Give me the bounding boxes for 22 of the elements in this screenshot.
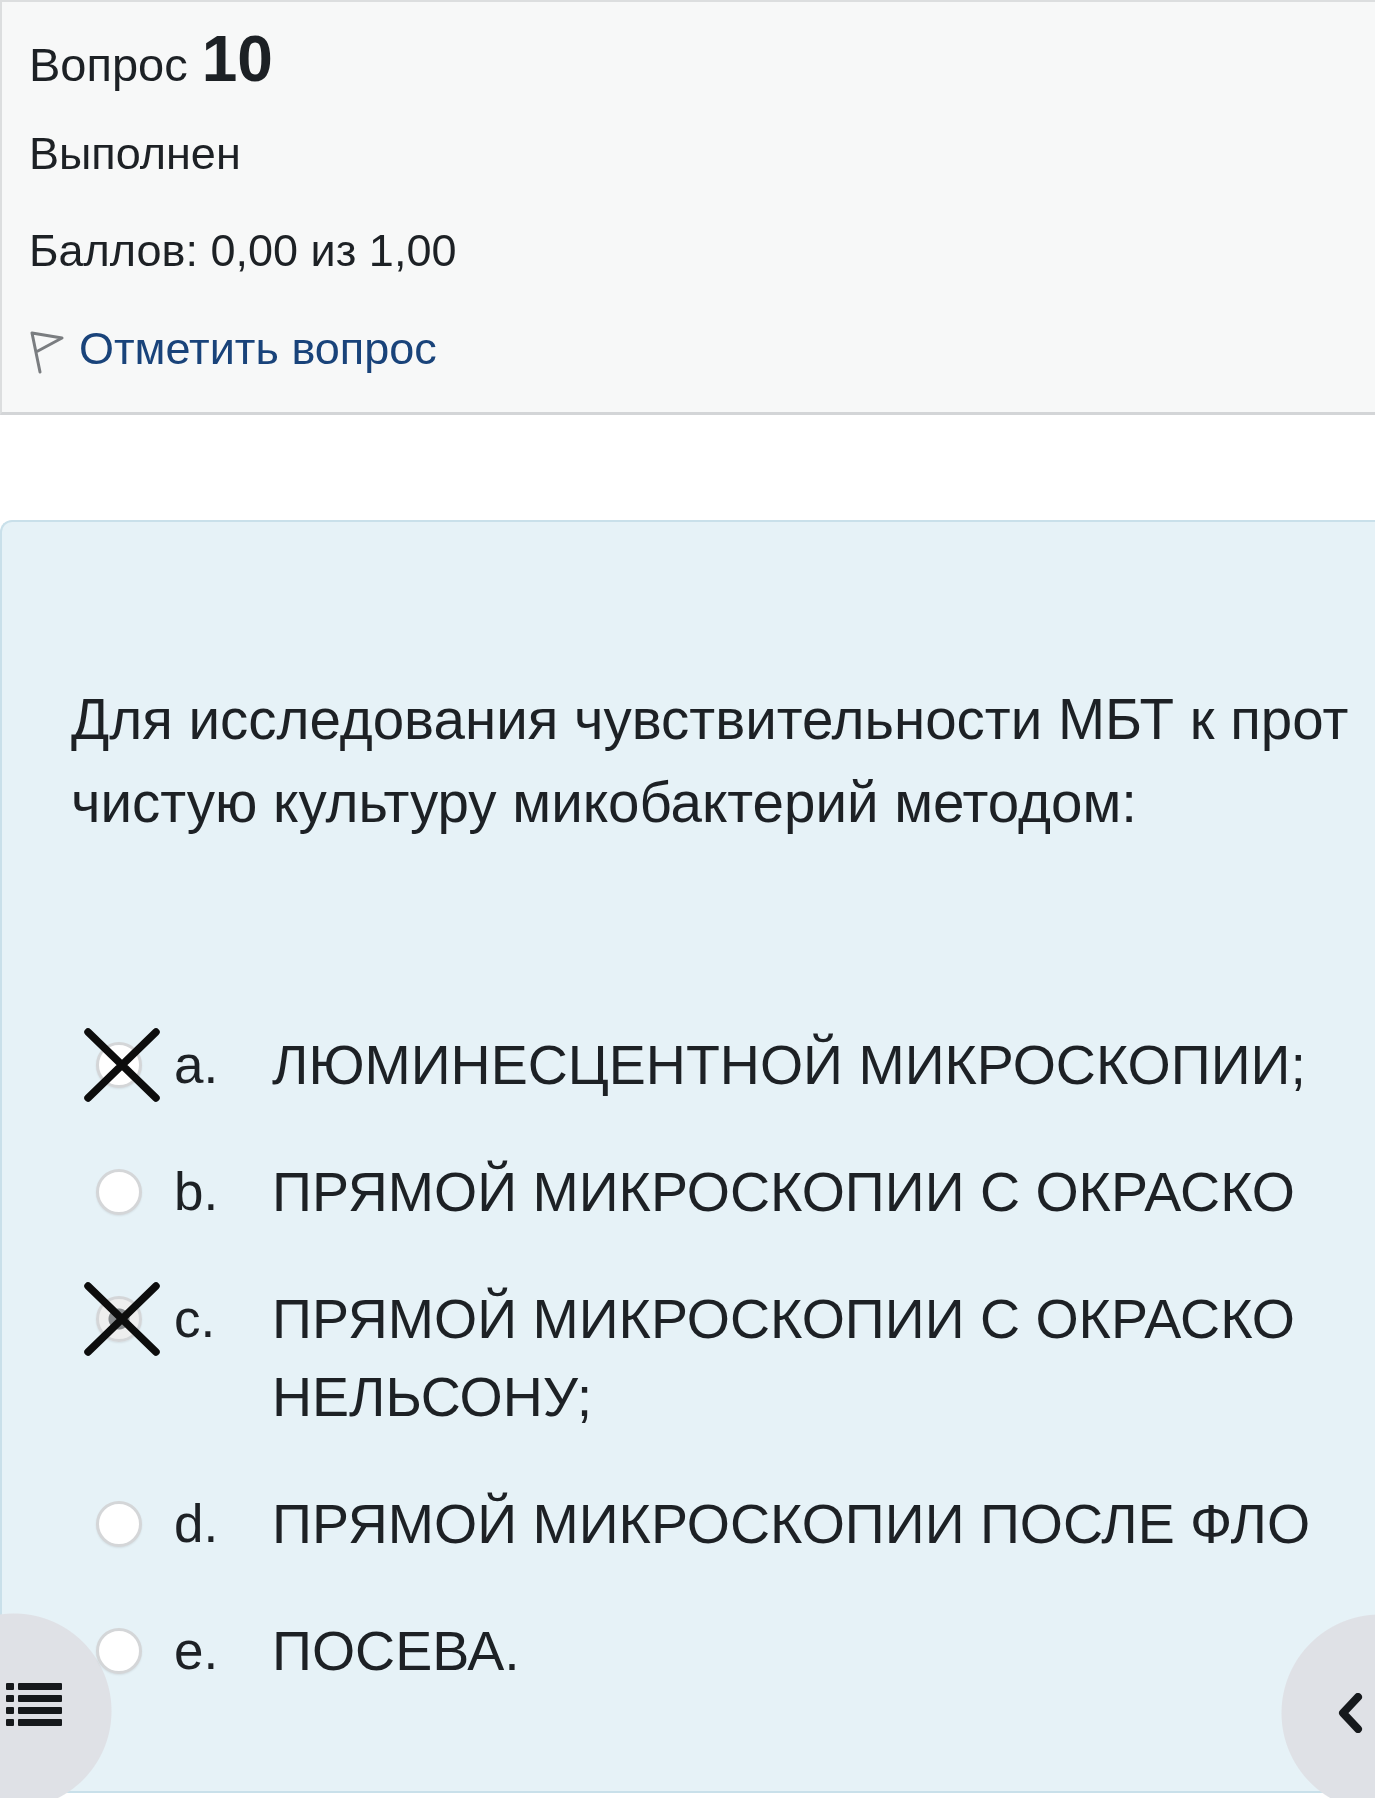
option-text: ПРЯМОЙ МИКРОСКОПИИ С ОКРАСКО НЕЛЬСОНУ; — [272, 1286, 1296, 1430]
flag-question-link[interactable]: Отметить вопрос — [29, 323, 437, 375]
list-icon — [6, 1680, 62, 1727]
flag-icon — [29, 330, 65, 374]
question-status: Выполнен — [29, 128, 242, 180]
question-label: Вопрос — [29, 37, 188, 92]
option-text: ЛЮМИНЕСЦЕНТНОЙ МИКРОСКОПИИ; — [272, 1032, 1307, 1098]
question-number: 10 — [201, 22, 273, 96]
option-letter: c. — [174, 1288, 217, 1350]
radio-button[interactable] — [96, 1169, 142, 1215]
chevron-left-icon — [1337, 1693, 1363, 1733]
option-text: ПРЯМОЙ МИКРОСКОПИИ С ОКРАСКО — [272, 1159, 1296, 1225]
radio-button[interactable] — [96, 1628, 142, 1674]
option-letter: e. — [174, 1620, 220, 1682]
option-letter: a. — [174, 1034, 220, 1096]
radio-button[interactable] — [96, 1501, 142, 1547]
option-letter: b. — [174, 1161, 220, 1223]
question-text: Для исследования чувствительности МБТ к прот чистую культуру микобактерий методом: — [71, 687, 1350, 836]
option-text: ПРЯМОЙ МИКРОСКОПИИ ПОСЛЕ ФЛО — [272, 1491, 1312, 1557]
option-text: ПОСЕВА. — [272, 1619, 521, 1684]
question-grade: Баллов: 0,00 из 1,00 — [29, 225, 458, 277]
option-letter: d. — [174, 1493, 220, 1555]
